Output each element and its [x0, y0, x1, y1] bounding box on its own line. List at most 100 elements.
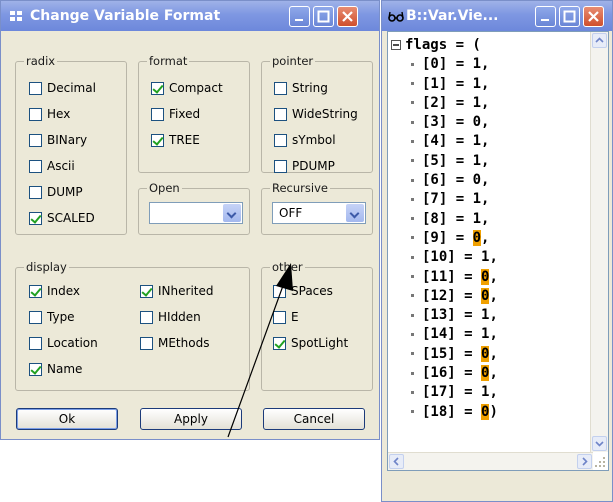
close-button[interactable]	[337, 6, 358, 27]
var-minimize-button[interactable]	[535, 6, 556, 27]
tree-element-row[interactable]: [0] = 1,	[391, 55, 498, 74]
tree-element-row[interactable]: [17] = 1,	[391, 383, 498, 402]
checkbox-label: E	[291, 310, 299, 324]
tree-element-row[interactable]: [16] = 0,	[391, 364, 498, 383]
checkbox-box[interactable]	[151, 108, 164, 121]
element-value[interactable]: 1	[473, 56, 481, 72]
tree-element-row[interactable]: [10] = 1,	[391, 248, 498, 267]
tree-element-row[interactable]: [15] = 0,	[391, 345, 498, 364]
checkbox-box[interactable]	[29, 134, 42, 147]
checkbox-label: SpotLight	[291, 336, 349, 350]
tree-element-row[interactable]: [8] = 1,	[391, 210, 498, 229]
checkbox-label: TREE	[169, 133, 200, 147]
element-value[interactable]: 1	[473, 153, 481, 169]
checkbox-box[interactable]	[29, 212, 42, 225]
element-index: [8]	[422, 210, 448, 227]
element-separator: ,	[489, 268, 498, 285]
tree-element-row[interactable]: [9] = 0,	[391, 229, 498, 248]
checkbox-box[interactable]	[140, 311, 153, 324]
element-value[interactable]: 1	[473, 133, 481, 149]
recursive-label: Recursive	[270, 181, 330, 195]
scroll-up-button[interactable]	[592, 33, 607, 48]
maximize-button[interactable]	[313, 6, 334, 27]
tree-connector-icon	[411, 294, 414, 298]
vertical-scrollbar[interactable]	[590, 32, 608, 452]
checkbox-box[interactable]	[29, 363, 42, 376]
recursive-select[interactable]: OFF	[272, 202, 366, 224]
dialog-titlebar[interactable]: Change Variable Format	[1, 1, 379, 31]
checkbox-label: WideString	[292, 107, 358, 121]
element-value[interactable]: 0	[473, 114, 481, 130]
checkbox-box[interactable]	[29, 160, 42, 173]
tree-connector-icon	[411, 217, 414, 221]
checkbox-box[interactable]	[29, 337, 42, 350]
horizontal-scrollbar[interactable]	[388, 452, 593, 470]
tree-root-row[interactable]: flags = (	[391, 36, 498, 55]
checkbox-box[interactable]	[140, 285, 153, 298]
element-value[interactable]: 1	[473, 191, 481, 207]
tree-element-row[interactable]: [12] = 0,	[391, 287, 498, 306]
element-separator: ,	[489, 307, 498, 324]
ok-button[interactable]: Ok	[16, 408, 118, 430]
dialog-app-icon	[10, 11, 22, 21]
tree-element-row[interactable]: [13] = 1,	[391, 306, 498, 325]
checkbox-box[interactable]	[151, 82, 164, 95]
checkbox-box[interactable]	[273, 337, 286, 350]
element-value[interactable]: 1	[473, 95, 481, 111]
checkbox-label: HIdden	[158, 310, 201, 324]
equals-sign: =	[455, 403, 482, 420]
tree-element-row[interactable]: [4] = 1,	[391, 132, 498, 151]
variable-tree-pane[interactable]: flags = ( [0] = 1, [1] = 1, [2] = 1, [3] = …	[387, 31, 609, 471]
scroll-left-button[interactable]	[389, 454, 404, 469]
checkbox-box[interactable]	[273, 311, 286, 324]
tree-element-row[interactable]: [5] = 1,	[391, 152, 498, 171]
var-close-button[interactable]	[583, 6, 604, 27]
tree-element-row[interactable]: [18] = 0)	[391, 403, 498, 422]
checkbox-box[interactable]	[29, 186, 42, 199]
apply-button[interactable]: Apply	[140, 408, 242, 430]
checkbox-box[interactable]	[140, 337, 153, 350]
equals-sign: =	[447, 75, 473, 92]
checkbox-box[interactable]	[151, 134, 164, 147]
equals-sign: =	[455, 287, 482, 304]
chevron-down-icon[interactable]	[223, 204, 241, 222]
tree-rows: [0] = 1, [1] = 1, [2] = 1, [3] = 0, [4] = 1,…	[391, 55, 498, 422]
collapse-icon[interactable]	[391, 40, 401, 50]
tree-element-row[interactable]: [6] = 0,	[391, 171, 498, 190]
element-value[interactable]: 0	[472, 229, 482, 246]
open-select[interactable]	[149, 202, 243, 224]
scroll-down-button[interactable]	[592, 436, 607, 451]
tree-element-row[interactable]: [7] = 1,	[391, 190, 498, 209]
checkbox-box[interactable]	[273, 285, 286, 298]
tree-element-row[interactable]: [11] = 0,	[391, 268, 498, 287]
var-view-titlebar[interactable]: B::Var.Vie...	[382, 1, 612, 31]
element-separator: )	[489, 403, 498, 420]
checkbox-box[interactable]	[274, 82, 287, 95]
radix-label: radix	[24, 54, 58, 68]
tree-element-row[interactable]: [2] = 1,	[391, 94, 498, 113]
element-value[interactable]: 1	[473, 211, 481, 227]
checkbox-box[interactable]	[29, 82, 42, 95]
checkbox-box[interactable]	[29, 108, 42, 121]
checkbox-box[interactable]	[274, 160, 287, 173]
checkbox-box[interactable]	[29, 285, 42, 298]
tree-element-row[interactable]: [1] = 1,	[391, 75, 498, 94]
checkbox-box[interactable]	[29, 311, 42, 324]
element-value[interactable]: 0	[473, 172, 481, 188]
checkbox-box[interactable]	[274, 134, 287, 147]
tree-element-row[interactable]: [3] = 0,	[391, 113, 498, 132]
chevron-down-icon[interactable]	[346, 204, 364, 222]
resize-grip-icon[interactable]	[592, 454, 607, 469]
scroll-right-button[interactable]	[577, 454, 592, 469]
minimize-button[interactable]	[289, 6, 310, 27]
checkbox-label: DUMP	[47, 185, 83, 199]
cancel-button[interactable]: Cancel	[263, 408, 365, 430]
equals-sign: =	[455, 345, 482, 362]
tree-connector-icon	[411, 332, 414, 336]
element-separator: ,	[481, 114, 490, 131]
element-value[interactable]: 1	[473, 76, 481, 92]
checkbox-box[interactable]	[274, 108, 287, 121]
tree-element-row[interactable]: [14] = 1,	[391, 325, 498, 344]
var-maximize-button[interactable]	[559, 6, 580, 27]
other-label: other	[270, 260, 305, 274]
